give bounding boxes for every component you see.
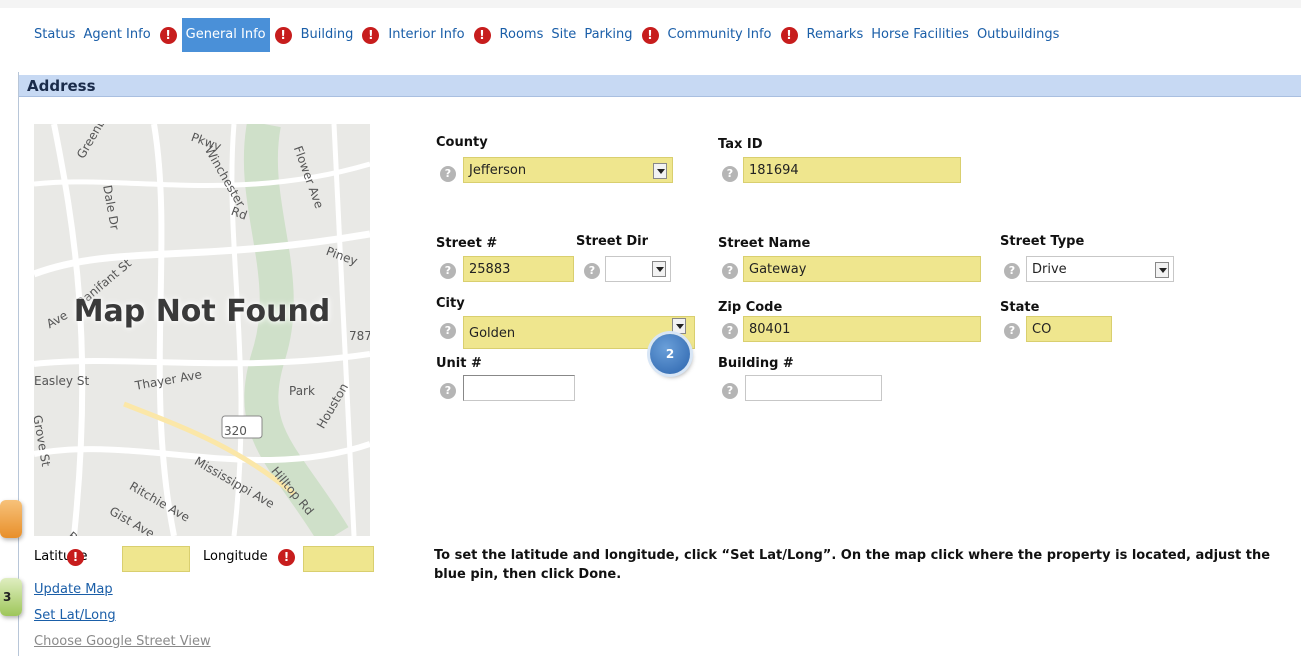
- tab-community-info[interactable]: Community Info: [664, 18, 776, 52]
- city-label: City: [436, 296, 465, 311]
- zip-input[interactable]: 80401: [743, 316, 981, 342]
- warning-icon: !: [641, 26, 659, 44]
- state-label: State: [1000, 300, 1040, 315]
- latitude-warning-icon: !: [67, 549, 84, 566]
- street-name-help-icon[interactable]: ?: [722, 263, 738, 279]
- map-street-label: 320: [224, 424, 247, 438]
- section-title: Address: [27, 77, 96, 95]
- tab-bar: Status Agent Info! General Info! Building! I…: [30, 18, 1063, 52]
- map-street-label: 787: [349, 329, 370, 343]
- county-label: County: [436, 135, 488, 150]
- update-map-link[interactable]: Update Map: [34, 582, 113, 597]
- unit-help-icon[interactable]: ?: [440, 383, 456, 399]
- street-num-value: 25883: [469, 262, 511, 277]
- warning-icon: !: [159, 26, 177, 44]
- top-border: [0, 0, 1301, 8]
- street-num-input[interactable]: 25883: [463, 256, 574, 282]
- callout-marker-orange: [0, 500, 22, 538]
- map-roads: [34, 124, 370, 536]
- street-type-value: Drive: [1032, 262, 1067, 277]
- callout-three-text: 3: [3, 590, 12, 604]
- street-num-help-icon[interactable]: ?: [440, 263, 456, 279]
- street-type-help-icon[interactable]: ?: [1004, 263, 1020, 279]
- street-name-input[interactable]: Gateway: [743, 256, 981, 282]
- tab-horse-facilities[interactable]: Horse Facilities: [867, 18, 973, 52]
- set-lat-long-link[interactable]: Set Lat/Long: [34, 608, 116, 623]
- county-dropdown-chevron-icon[interactable]: [653, 163, 667, 179]
- state-input[interactable]: CO: [1026, 316, 1112, 342]
- tab-interior-info[interactable]: Interior Info: [384, 18, 468, 52]
- tab-status[interactable]: Status: [30, 18, 79, 52]
- longitude-input[interactable]: [303, 546, 374, 572]
- tax-id-label: Tax ID: [718, 137, 763, 152]
- county-help-icon[interactable]: ?: [440, 166, 456, 182]
- state-value: CO: [1032, 322, 1052, 337]
- city-help-icon[interactable]: ?: [440, 323, 456, 339]
- unit-input[interactable]: [463, 375, 575, 401]
- street-view-link[interactable]: Choose Google Street View: [34, 634, 211, 649]
- callout-badge-two: 2: [650, 334, 690, 374]
- map-street-label: Park: [289, 384, 315, 398]
- street-dir-dropdown-chevron-icon[interactable]: [652, 261, 666, 277]
- street-type-label: Street Type: [1000, 234, 1085, 249]
- tab-outbuildings[interactable]: Outbuildings: [973, 18, 1063, 52]
- longitude-warning-icon: !: [278, 549, 295, 566]
- warning-icon: !: [780, 26, 798, 44]
- tax-id-input[interactable]: 181694: [743, 157, 961, 183]
- tab-general-info[interactable]: General Info: [181, 18, 270, 52]
- zip-value: 80401: [749, 322, 791, 337]
- tab-agent-info[interactable]: Agent Info: [79, 18, 154, 52]
- state-help-icon[interactable]: ?: [1004, 323, 1020, 339]
- zip-label: Zip Code: [718, 300, 783, 315]
- street-name-value: Gateway: [749, 262, 807, 277]
- warning-icon: !: [362, 26, 380, 44]
- county-value: Jefferson: [469, 163, 527, 178]
- tax-id-help-icon[interactable]: ?: [722, 166, 738, 182]
- street-num-label: Street #: [436, 236, 498, 251]
- street-name-label: Street Name: [718, 236, 811, 251]
- warning-icon: !: [473, 26, 491, 44]
- tab-remarks[interactable]: Remarks: [803, 18, 868, 52]
- tab-building[interactable]: Building: [297, 18, 358, 52]
- latitude-input[interactable]: [122, 546, 190, 572]
- street-type-select[interactable]: Drive: [1026, 256, 1174, 282]
- unit-label: Unit #: [436, 356, 482, 371]
- tab-site[interactable]: Site: [547, 18, 580, 52]
- street-dir-label: Street Dir: [576, 234, 649, 249]
- building-help-icon[interactable]: ?: [722, 383, 738, 399]
- tax-id-value: 181694: [749, 163, 799, 178]
- map-street-label: Easley St: [34, 374, 90, 388]
- tab-parking[interactable]: Parking: [580, 18, 636, 52]
- section-header: Address: [19, 75, 1301, 97]
- warning-icon: !: [274, 26, 292, 44]
- tab-rooms[interactable]: Rooms: [496, 18, 548, 52]
- building-input[interactable]: [745, 375, 882, 401]
- city-dropdown-chevron-icon[interactable]: [672, 318, 686, 334]
- city-value: Golden: [469, 326, 516, 341]
- street-dir-help-icon[interactable]: ?: [584, 263, 600, 279]
- lat-long-instructions: To set the latitude and longitude, click…: [434, 548, 1271, 582]
- county-select[interactable]: Jefferson: [463, 157, 673, 183]
- map-not-found-text: Map Not Found: [73, 294, 331, 329]
- longitude-label: Longitude: [203, 549, 268, 564]
- zip-help-icon[interactable]: ?: [722, 323, 738, 339]
- building-label: Building #: [718, 356, 794, 371]
- street-type-dropdown-chevron-icon[interactable]: [1155, 262, 1169, 278]
- map-placeholder[interactable]: Greenbriar Dale Dr Winchester Rd Flower Ave P…: [34, 124, 370, 536]
